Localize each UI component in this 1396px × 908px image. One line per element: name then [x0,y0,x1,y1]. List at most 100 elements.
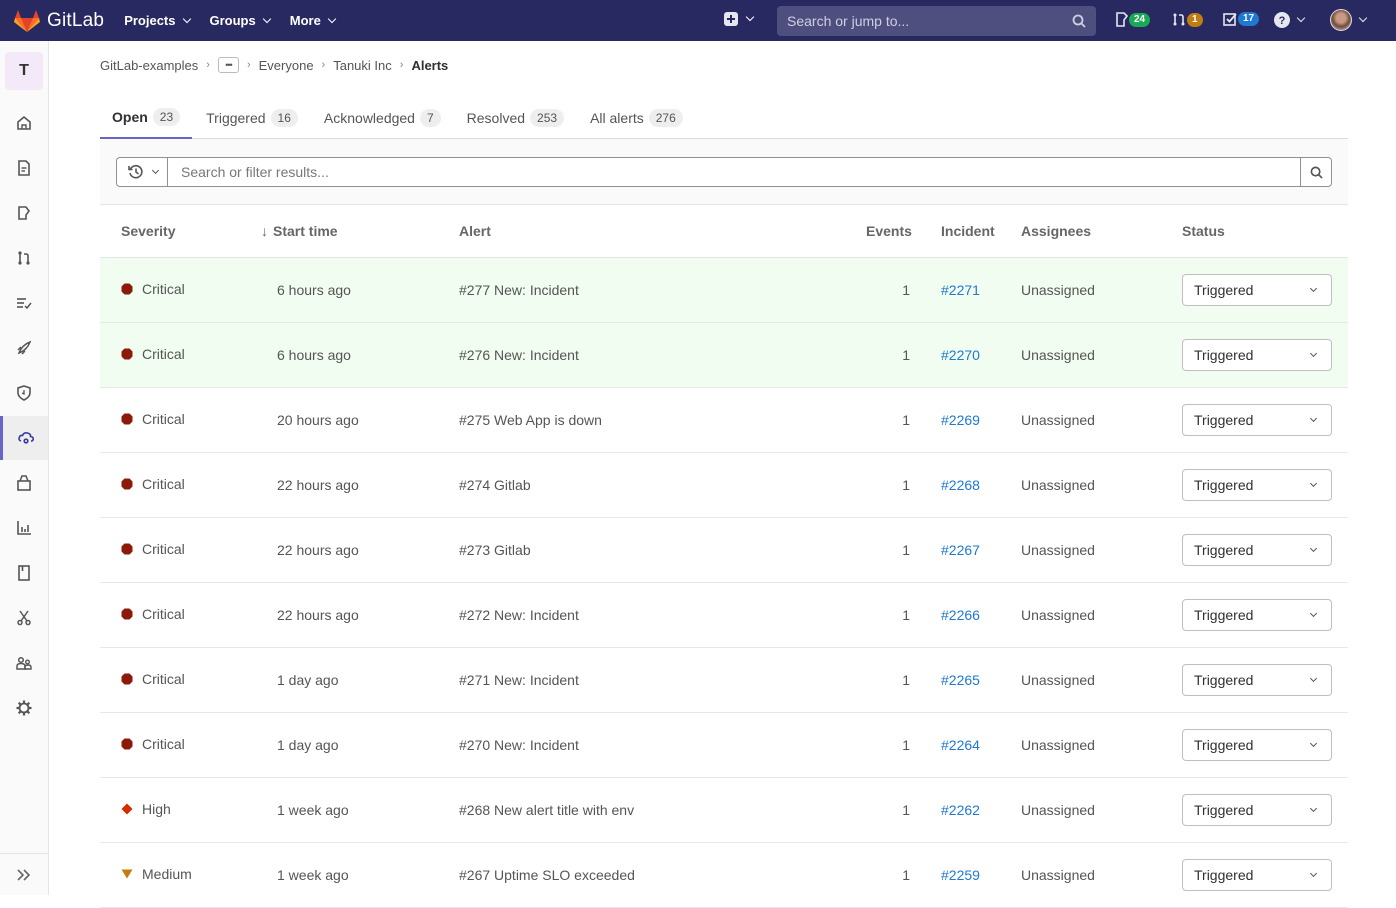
column-events[interactable]: Events [866,223,912,239]
sidebar-item-ci-cd[interactable] [0,326,48,370]
status-dropdown[interactable]: Triggered [1182,794,1332,826]
nav-groups[interactable]: Groups [210,13,271,28]
sidebar-item-project-overview[interactable] [0,101,48,145]
breadcrumb-group[interactable]: GitLab-examples [100,58,198,73]
sidebar-item-analytics[interactable] [0,506,48,550]
breadcrumb-current[interactable]: Alerts [411,58,448,73]
incident-link[interactable]: #2266 [941,607,980,623]
sidebar-item-wiki[interactable] [0,551,48,595]
todos-count-badge: 17 [1238,12,1260,26]
tab-open[interactable]: Open 23 [100,96,193,139]
start-time: 22 hours ago [277,477,359,493]
alert-title[interactable]: #275 Web App is down [459,412,602,428]
table-row[interactable]: Critical 6 hours ago #276 New: Incident … [100,323,1348,388]
table-row[interactable]: Critical 20 hours ago #275 Web App is do… [100,388,1348,453]
sidebar-item-settings[interactable] [0,686,48,730]
table-row[interactable]: Critical 22 hours ago #274 Gitlab 1 #226… [100,453,1348,518]
alert-title[interactable]: #267 Uptime SLO exceeded [459,867,635,883]
recent-searches-button[interactable] [116,157,168,187]
sidebar-item-security[interactable] [0,371,48,415]
sidebar-item-members[interactable] [0,641,48,685]
nav-more-label: More [289,13,321,28]
sidebar-item-merge-requests[interactable] [0,236,48,280]
tab-resolved[interactable]: Resolved 253 [455,96,576,139]
alert-title[interactable]: #272 New: Incident [459,607,579,623]
incident-link[interactable]: #2269 [941,412,980,428]
column-severity[interactable]: Severity [121,223,175,239]
incident-link[interactable]: #2268 [941,477,980,493]
alert-title[interactable]: #271 New: Incident [459,672,579,688]
filter-placeholder: Search or filter results... [181,164,329,180]
severity-label: Critical [142,411,185,427]
gitlab-logo[interactable]: GitLab [14,9,104,33]
status-dropdown[interactable]: Triggered [1182,404,1332,436]
alert-title[interactable]: #273 Gitlab [459,542,531,558]
status-dropdown[interactable]: Triggered [1182,859,1332,891]
rocket-icon [17,340,32,355]
help-button[interactable]: ? [1274,12,1306,28]
new-dropdown-button[interactable] [724,12,755,26]
status-dropdown[interactable]: Triggered [1182,729,1332,761]
status-dropdown[interactable]: Triggered [1182,339,1332,371]
alert-title[interactable]: #270 New: Incident [459,737,579,753]
alert-title[interactable]: #268 New alert title with env [459,802,634,818]
incident-link[interactable]: #2264 [941,737,980,753]
collapse-sidebar-button[interactable] [0,853,48,895]
alert-title[interactable]: #277 New: Incident [459,282,579,298]
nav-more[interactable]: More [289,13,337,28]
incident-link[interactable]: #2259 [941,867,980,883]
column-alert[interactable]: Alert [459,223,491,239]
sidebar-item-operations[interactable] [0,416,48,460]
tab-all-alerts[interactable]: All alerts 276 [578,96,695,139]
assignee: Unassigned [1021,802,1095,818]
sidebar-item-repository[interactable] [0,146,48,190]
alert-title[interactable]: #274 Gitlab [459,477,531,493]
column-start-time[interactable]: ↓ Start time [261,223,338,239]
breadcrumb-expand-button[interactable]: ••• [217,57,239,73]
sidebar-item-issues[interactable] [0,191,48,235]
status-dropdown[interactable]: Triggered [1182,274,1332,306]
merge-request-icon [18,251,30,265]
table-row[interactable]: Critical 22 hours ago #272 New: Incident… [100,583,1348,648]
incident-link[interactable]: #2267 [941,542,980,558]
status-dropdown[interactable]: Triggered [1182,469,1332,501]
status-dropdown[interactable]: Triggered [1182,664,1332,696]
sidebar-item-requirements[interactable] [0,281,48,325]
table-row[interactable]: Critical 1 day ago #271 New: Incident 1 … [100,648,1348,713]
table-row[interactable]: Critical 6 hours ago #277 New: Incident … [100,258,1348,323]
table-row[interactable]: Critical 1 day ago #270 New: Incident 1 … [100,713,1348,778]
issues-button[interactable]: 24 [1116,12,1151,27]
breadcrumb-project[interactable]: Tanuki Inc [333,58,392,73]
todos-button[interactable]: 17 [1223,12,1260,26]
incident-link[interactable]: #2262 [941,802,980,818]
severity-cell: Critical [121,736,185,752]
incident-link[interactable]: #2265 [941,672,980,688]
global-search-input[interactable]: Search or jump to... [777,6,1096,36]
filter-search-button[interactable] [1300,157,1332,187]
merge-requests-button[interactable]: 1 [1172,12,1203,27]
table-row[interactable]: Critical 22 hours ago #273 Gitlab 1 #226… [100,518,1348,583]
event-count: 1 [902,607,910,623]
status-dropdown[interactable]: Triggered [1182,534,1332,566]
user-menu-button[interactable] [1330,9,1368,31]
column-assignees: Assignees [1021,223,1092,239]
breadcrumb-subgroup[interactable]: Everyone [259,58,314,73]
alert-title[interactable]: #276 New: Incident [459,347,579,363]
filter-search-input[interactable]: Search or filter results... [167,157,1301,187]
tab-acknowledged[interactable]: Acknowledged 7 [312,96,453,139]
table-row[interactable]: High 1 week ago #268 New alert title wit… [100,778,1348,843]
project-avatar[interactable]: T [5,52,43,90]
severity-label: Critical [142,541,185,557]
nav-projects[interactable]: Projects [124,13,191,28]
incident-link[interactable]: #2271 [941,282,980,298]
cloud-gear-icon [17,431,34,444]
severity-label: Critical [142,671,185,687]
column-status[interactable]: Status [1182,223,1225,239]
sidebar-item-packages[interactable] [0,461,48,505]
table-row[interactable]: Medium 1 week ago #267 Uptime SLO exceed… [100,843,1348,908]
tab-triggered[interactable]: Triggered 16 [194,96,310,139]
column-start-time-label: Start time [273,223,338,239]
status-dropdown[interactable]: Triggered [1182,599,1332,631]
incident-link[interactable]: #2270 [941,347,980,363]
sidebar-item-snippets[interactable] [0,596,48,640]
